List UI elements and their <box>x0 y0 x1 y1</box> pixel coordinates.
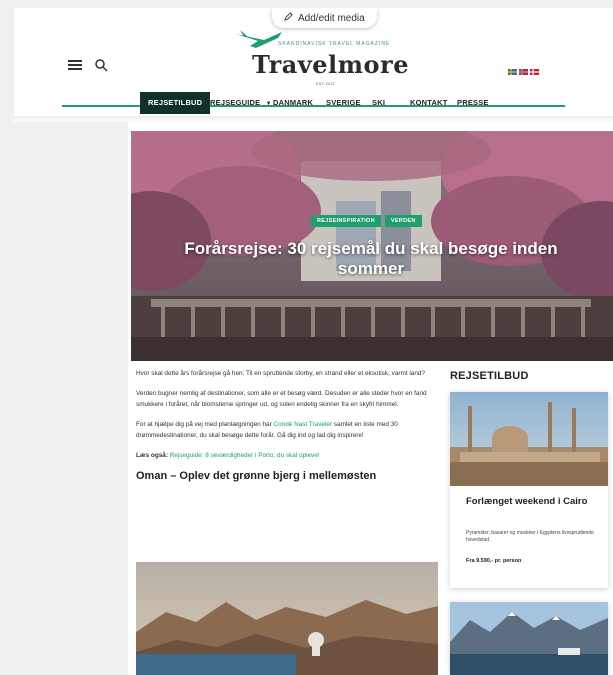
deal-price: Fra 9.590,- pr. person <box>466 558 522 564</box>
nav-item-sverige[interactable]: SVERIGE <box>326 92 361 114</box>
oman-image <box>136 562 438 675</box>
hamburger-icon[interactable] <box>68 60 82 70</box>
read-also: Læs også: Rejseguide: 8 seværdigheder i … <box>136 450 444 461</box>
add-edit-media-button[interactable]: Add/edit media <box>272 8 377 28</box>
nav-item-ski[interactable]: SKI <box>372 92 385 114</box>
fjord-image <box>450 602 608 675</box>
main-nav: REJSETILBUD REJSEGUIDE ▼ DANMARK SVERIGE… <box>14 92 613 114</box>
nav-item-presse[interactable]: PRESSE <box>457 92 489 114</box>
flag-denmark-icon[interactable] <box>530 69 539 75</box>
section-heading: Oman – Oplev det grønne bjerg i mellemøs… <box>136 470 377 482</box>
nav-item-kontakt[interactable]: KONTAKT <box>410 92 448 114</box>
paragraph-text: For at hjælpe dig på vej med planlægning… <box>136 421 274 428</box>
hero-title[interactable]: Forårsrejse: 30 rejsemål du skal besøge … <box>151 239 591 279</box>
deal-title[interactable]: Forlænget weekend i Cairo <box>466 496 596 507</box>
logo-name: Travelmore <box>252 50 409 79</box>
deal-card-2[interactable] <box>450 602 608 675</box>
logo-tagline: SKANDINAVISK TRAVEL MAGAZINE <box>278 41 391 47</box>
site-header: SKANDINAVISK TRAVEL MAGAZINE Travelmore … <box>14 28 613 107</box>
flag-norway-icon[interactable] <box>519 69 528 75</box>
article-body: Hvor skal dette års forårsrejse gå hen: … <box>136 368 444 492</box>
search-icon[interactable] <box>94 58 108 72</box>
conde-nast-link[interactable]: Condé Nast Traveler <box>273 421 332 428</box>
category-badge[interactable]: REJSEINSPIRATION <box>311 215 381 227</box>
logo-since: EST. 2013 <box>316 81 335 86</box>
language-flags <box>508 69 539 75</box>
nav-item-rejsetilbud[interactable]: REJSETILBUD <box>140 92 211 114</box>
page: Add/edit media SKANDINAVISK TRAVEL MAGAZ… <box>14 8 613 675</box>
edit-icon <box>284 12 293 24</box>
read-also-label: Læs også: <box>136 452 168 459</box>
nav-item-danmark[interactable]: DANMARK <box>273 92 313 114</box>
article-paragraph: Hvor skal dette års forårsrejse gå hen: … <box>136 370 426 377</box>
category-badge[interactable]: VERDEN <box>384 215 422 227</box>
deal-card[interactable]: Forlænget weekend i Cairo Pyramider, bas… <box>450 392 608 588</box>
article-paragraph: Verden bugner nemlig af destinationer, s… <box>136 390 427 408</box>
cairo-image <box>450 392 608 486</box>
hero-categories: REJSEINSPIRATION VERDEN <box>311 215 422 227</box>
read-also-link[interactable]: Rejseguide: 8 seværdigheder i Porto, du … <box>170 452 320 459</box>
left-gutter <box>14 122 128 675</box>
flag-sweden-icon[interactable] <box>508 69 517 75</box>
logo-plane-icon <box>236 30 282 48</box>
article-paragraph: For at hjælpe dig på vej med planlægning… <box>136 419 444 441</box>
deal-description: Pyramider, basarer og moskéer i Egyptens… <box>466 530 594 543</box>
site-logo[interactable]: SKANDINAVISK TRAVEL MAGAZINE Travelmore … <box>230 28 420 90</box>
sidebar-title: REJSETILBUD <box>450 370 529 382</box>
hero-banner[interactable]: REJSEINSPIRATION VERDEN Forårsrejse: 30 … <box>131 131 613 361</box>
chevron-down-icon: ▼ <box>265 101 272 107</box>
nav-item-rejseguide-label: REJSEGUIDE <box>210 98 261 107</box>
nav-item-rejseguide[interactable]: REJSEGUIDE ▼ <box>210 92 272 114</box>
add-edit-media-label: Add/edit media <box>298 12 365 24</box>
